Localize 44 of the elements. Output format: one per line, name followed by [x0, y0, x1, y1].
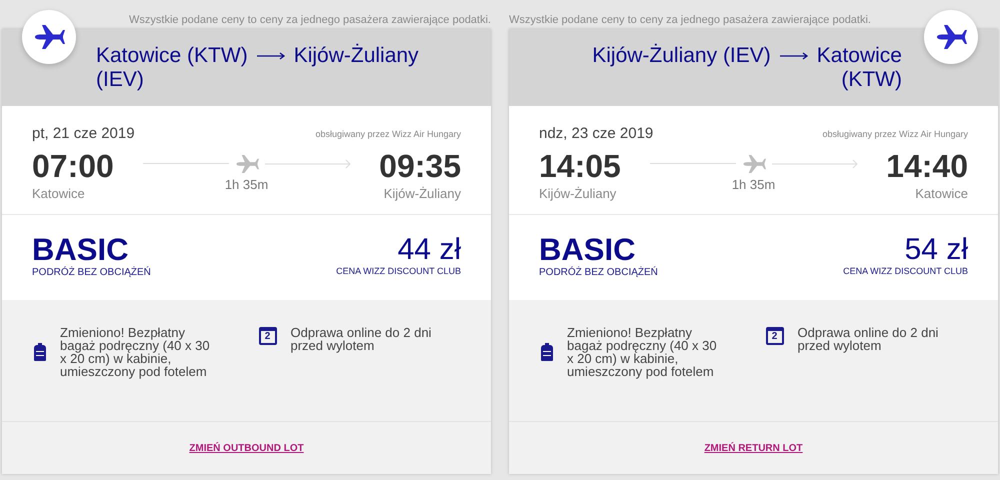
change-flight-link[interactable]: ZMIEŃ OUTBOUND LOT	[189, 440, 304, 456]
departure-time: 07:00	[32, 148, 114, 184]
fare-name: BASIC	[32, 235, 128, 265]
feature-text: Zmieniono! Bezpłatny bagaż podręczny (40 x 30 x 20 cm) w kabinie, umieszczony pod fotelem	[567, 326, 717, 378]
feature-text: Odprawa online do 2 dni przed wylotem	[798, 326, 940, 352]
arrival-time: 14:40	[886, 148, 968, 184]
arrow-icon	[778, 50, 809, 61]
price: 54 zł	[904, 235, 968, 265]
airplane-icon	[935, 24, 967, 50]
price-notice: Wszystkie podane ceny to ceny za jednego pasażera zawierające podatki.	[128, 13, 491, 28]
flight-duration: 1h 35m	[224, 176, 268, 194]
backpack-icon	[541, 342, 553, 362]
departure-city: Kijów-Żuliany	[539, 184, 618, 203]
feature-text: Zmieniono! Bezpłatny bagaż podręczny (40 x 30 x 20 cm) w kabinie, umieszczony pod fotelem	[60, 326, 210, 378]
route-title: Kijów-Żuliany (IEV) Katowice (KTW)	[591, 44, 902, 92]
departure-city: Katowice	[32, 184, 86, 202]
price: 44 zł	[398, 235, 461, 265]
change-flight-link[interactable]: ZMIEŃ RETURN LOT	[704, 440, 803, 456]
departure-time: 14:05	[539, 148, 621, 184]
arrow-line-icon	[772, 158, 858, 168]
fare-name: BASIC	[539, 235, 636, 265]
operator-note: obsługiwany przez Wizz Air Hungary	[822, 128, 968, 141]
route-title: Katowice (KTW) Kijów-Żuliany (IEV)	[96, 44, 420, 92]
calendar-icon: 2	[766, 327, 784, 345]
calendar-icon: 2	[258, 327, 276, 345]
arrival-time: 09:35	[379, 148, 461, 184]
arrival-city: Katowice	[915, 184, 968, 202]
price-subtitle: CENA WIZZ DISCOUNT CLUB	[843, 265, 968, 278]
arrival-city: Kijów-Żuliany	[384, 184, 461, 203]
price-subtitle: CENA WIZZ DISCOUNT CLUB	[336, 265, 461, 278]
flight-duration: 1h 35m	[732, 176, 776, 194]
feature-text: Odprawa online do 2 dni przed wylotem	[290, 326, 432, 352]
backpack-icon	[34, 342, 46, 362]
airplane-icon	[234, 154, 258, 174]
arrow-icon	[256, 50, 286, 61]
airplane-icon	[742, 154, 766, 174]
flight-date: ndz, 23 cze 2019	[539, 124, 654, 144]
fare-subtitle: PODRÓŻ BEZ OBCIĄŻEŃ	[539, 265, 658, 280]
airplane-icon	[33, 24, 65, 50]
fare-subtitle: PODRÓŻ BEZ OBCIĄŻEŃ	[32, 265, 151, 280]
flight-date: pt, 21 cze 2019	[32, 124, 135, 144]
operator-note: obsługiwany przez Wizz Air Hungary	[315, 128, 461, 141]
price-notice: Wszystkie podane ceny to ceny za jednego pasażera zawierające podatki.	[509, 13, 872, 28]
arrow-line-icon	[264, 158, 350, 168]
